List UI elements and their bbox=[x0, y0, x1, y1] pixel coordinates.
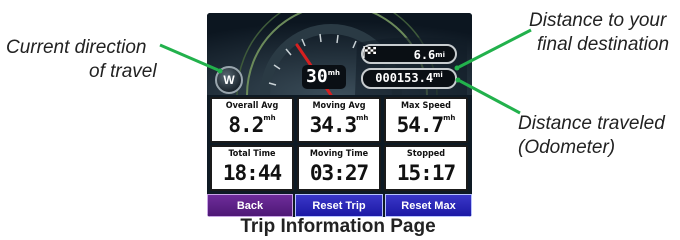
callout-odometer: Distance traveled (Odometer) bbox=[518, 112, 680, 160]
speed-panel: W 30mh 6.6mi 000153.4mi bbox=[207, 13, 472, 95]
tile-moving-avg[interactable]: Moving Avg 34.3mh bbox=[297, 97, 381, 143]
tile-label: Moving Avg bbox=[312, 101, 366, 111]
tile-value: 18:44 bbox=[222, 161, 282, 185]
current-speed-value: 30 bbox=[306, 66, 328, 87]
trip-data-grid: Overall Avg 8.2mh Moving Avg 34.3mh Max … bbox=[207, 95, 472, 193]
current-speed-unit: mh bbox=[327, 69, 340, 77]
odometer-value: 000153.4 bbox=[375, 71, 434, 85]
callout-destination-line1: Distance to your bbox=[529, 10, 667, 31]
tile-value: 54.7 bbox=[396, 113, 445, 137]
tile-unit: mh bbox=[443, 114, 456, 122]
trip-information-screen: W 30mh 6.6mi 000153.4mi Overall Avg 8.2m… bbox=[207, 13, 472, 217]
button-bar: Back Reset Trip Reset Max bbox=[207, 194, 472, 217]
reset-trip-button[interactable]: Reset Trip bbox=[295, 194, 383, 217]
tile-label: Overall Avg bbox=[225, 101, 279, 111]
tile-unit: mh bbox=[263, 114, 276, 122]
tile-value: 03:27 bbox=[309, 161, 369, 185]
destination-distance-unit: mi bbox=[435, 51, 445, 59]
tile-label: Total Time bbox=[228, 149, 276, 159]
checkered-flag-icon bbox=[363, 46, 376, 58]
callout-direction-of-travel: Current direction of travel bbox=[6, 36, 171, 84]
callout-destination-line2: final destination bbox=[537, 34, 670, 55]
callout-direction-line2: of travel bbox=[89, 61, 157, 82]
tile-stopped[interactable]: Stopped 15:17 bbox=[384, 145, 468, 191]
distance-to-destination: 6.6mi bbox=[361, 44, 457, 64]
tile-total-time[interactable]: Total Time 18:44 bbox=[210, 145, 294, 191]
compass-icon: W bbox=[215, 66, 243, 94]
tile-value: 15:17 bbox=[396, 161, 456, 185]
page-caption: Trip Information Page bbox=[240, 216, 436, 237]
callout-distance-to-destination: Distance to your final destination bbox=[529, 9, 679, 57]
reset-max-button[interactable]: Reset Max bbox=[385, 194, 472, 217]
destination-distance-value: 6.6 bbox=[413, 48, 436, 62]
callout-odometer-line1: Distance traveled bbox=[518, 113, 665, 134]
compass-heading: W bbox=[223, 73, 235, 87]
tile-overall-avg[interactable]: Overall Avg 8.2mh bbox=[210, 97, 294, 143]
callout-direction-line1: Current direction bbox=[6, 37, 147, 58]
tile-value: 34.3 bbox=[309, 113, 358, 137]
current-speed: 30mh bbox=[302, 65, 346, 89]
tile-moving-time[interactable]: Moving Time 03:27 bbox=[297, 145, 381, 191]
tile-value: 8.2 bbox=[228, 113, 264, 137]
tile-max-speed[interactable]: Max Speed 54.7mh bbox=[384, 97, 468, 143]
tile-label: Max Speed bbox=[401, 101, 451, 111]
callout-odometer-line2: (Odometer) bbox=[518, 137, 616, 158]
tile-label: Stopped bbox=[406, 149, 446, 159]
odometer: 000153.4mi bbox=[361, 68, 457, 89]
tile-unit: mh bbox=[356, 114, 369, 122]
odometer-unit: mi bbox=[433, 71, 443, 79]
back-button[interactable]: Back bbox=[207, 194, 293, 217]
tile-label: Moving Time bbox=[309, 149, 369, 159]
